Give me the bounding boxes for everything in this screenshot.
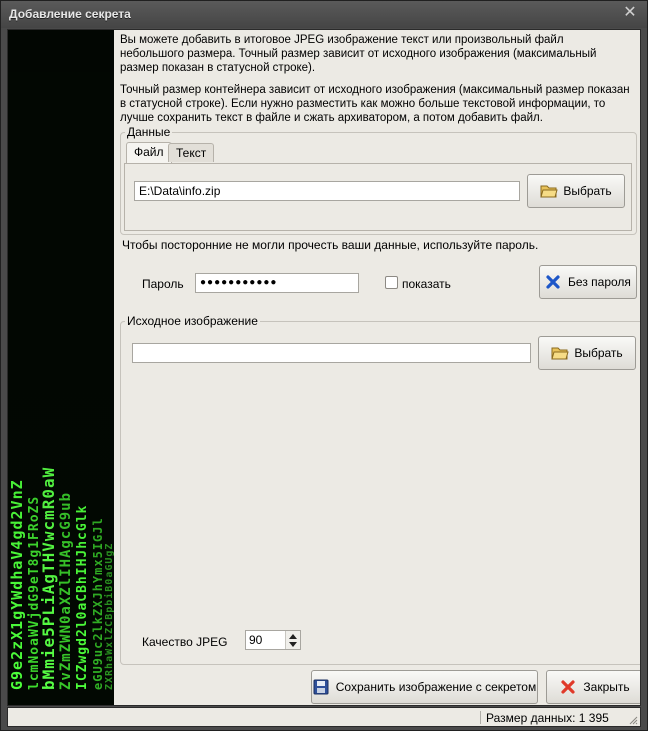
folder-open-icon	[551, 345, 569, 361]
status-separator	[480, 711, 481, 724]
close-label: Закрыть	[583, 680, 630, 694]
intro-paragraph-2: Точный размер контейнера зависит от исхо…	[120, 84, 630, 124]
source-image-group: Исходное изображение Выбрать	[120, 314, 640, 665]
jpeg-quality-label: Качество JPEG	[142, 635, 228, 649]
show-password-label: показать	[402, 277, 451, 291]
show-password-checkbox[interactable]	[385, 276, 398, 289]
jpeg-quality-stepper[interactable]: 90	[245, 630, 301, 650]
stepper-down-icon[interactable]	[289, 642, 297, 647]
red-x-icon	[560, 679, 578, 695]
dialog-client-area: G9e2zX1gYWdhaV4gd2VnZ lcmNoaWVjdG9eT8g1F…	[7, 29, 641, 706]
source-image-path-input[interactable]	[132, 343, 531, 363]
intro-paragraph-1: Вы можете добавить в итоговое JPEG изобр…	[120, 34, 597, 74]
password-label: Пароль	[142, 277, 184, 291]
folder-open-icon	[540, 183, 558, 199]
no-password-button[interactable]: Без пароля	[539, 265, 637, 299]
resize-grip-icon[interactable]	[628, 714, 638, 725]
source-group-label: Исходное изображение	[125, 314, 260, 328]
tab-text[interactable]: Текст	[168, 143, 215, 162]
status-bar: Размер данных: 1 395	[7, 707, 641, 727]
stepper-up-icon[interactable]	[289, 634, 297, 639]
floppy-disk-icon	[313, 679, 331, 695]
jpeg-quality-value: 90	[249, 633, 263, 647]
red-x-icon	[545, 274, 563, 290]
browse-file-label: Выбрать	[563, 184, 612, 198]
matrix-code-image: G9e2zX1gYWdhaV4gd2VnZ lcmNoaWVjdG9eT8g1F…	[8, 30, 114, 705]
no-password-label: Без пароля	[568, 275, 631, 289]
save-image-label: Сохранить изображение с секретом	[335, 680, 537, 694]
file-path-input[interactable]: E:\Data\info.zip	[134, 181, 520, 201]
close-window-icon[interactable]: ✕	[621, 4, 639, 22]
intro-text: Вы можете добавить в итоговое JPEG изобр…	[120, 33, 630, 133]
tab-file[interactable]: Файл	[126, 142, 172, 163]
browse-image-label: Выбрать	[574, 346, 623, 360]
save-image-button[interactable]: Сохранить изображение с секретом	[311, 670, 538, 704]
browse-image-button[interactable]: Выбрать	[538, 336, 636, 370]
data-size-status: Размер данных: 1 395	[486, 711, 609, 725]
file-tab-panel: E:\Data\info.zip Выбрать	[124, 163, 632, 231]
close-button[interactable]: Закрыть	[546, 670, 640, 704]
window-title: Добавление секрета	[9, 7, 131, 21]
title-bar[interactable]: Добавление секрета ✕	[1, 1, 647, 28]
password-hint: Чтобы посторонние не могли прочесть ваши…	[122, 238, 539, 252]
dialog-content: Вы можете добавить в итоговое JPEG изобр…	[114, 30, 640, 705]
password-input[interactable]: ●●●●●●●●●●●	[195, 273, 359, 293]
browse-file-button[interactable]: Выбрать	[527, 174, 625, 208]
data-group: Данные Файл Текст E:\Data\info.zip Выбра…	[120, 125, 637, 235]
stepper-arrows[interactable]	[285, 631, 300, 649]
dialog-window: Добавление секрета ✕ G9e2zX1gYWdhaV4gd2V…	[0, 0, 648, 731]
data-group-label: Данные	[125, 125, 173, 139]
